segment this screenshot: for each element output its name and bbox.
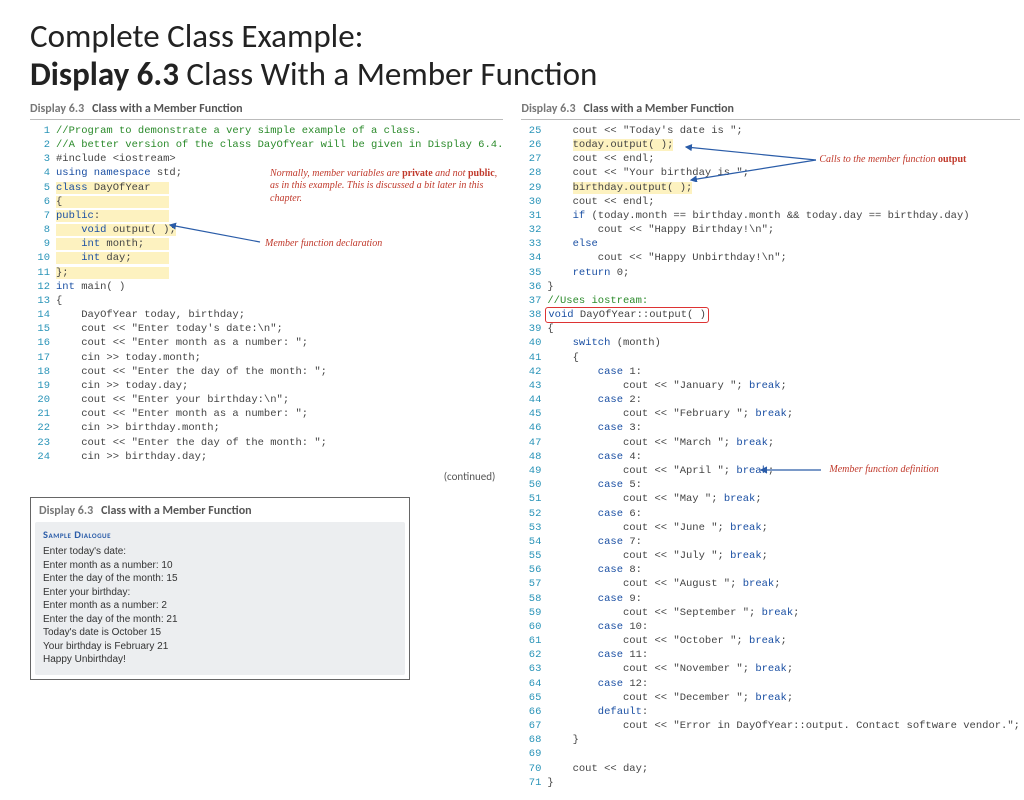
caption-text: Class with a Member Function (92, 102, 242, 116)
caption-disp: Display 6.3 (30, 102, 84, 116)
columns: Display 6.3Class with a Member Function … (30, 102, 994, 790)
sample-box: Display 6.3Class with a Member Function … (30, 497, 410, 680)
annot-decl: Member function declaration (265, 238, 382, 251)
slide: Complete Class Example: Display 6.3 Clas… (0, 0, 1024, 800)
sample-inner: Sample Dialogue Enter today's date: Ente… (35, 522, 405, 675)
annot-defn: Member function definition (829, 464, 938, 477)
right-column: Display 6.3Class with a Member Function … (521, 102, 1020, 790)
annot-private: Normally, member variables are private a… (270, 168, 500, 206)
sample-caption: Display 6.3Class with a Member Function (31, 498, 409, 522)
title-bold: Display 6.3 (30, 54, 179, 94)
title-line1: Complete Class Example: (30, 16, 363, 56)
code-right: 25 cout << "Today's date is ";26 today.o… (521, 124, 1020, 790)
title-line2: Class With a Member Function (179, 54, 597, 94)
continued-label: (continued) (30, 470, 503, 483)
caption-right: Display 6.3Class with a Member Function (521, 102, 1020, 120)
left-column: Display 6.3Class with a Member Function … (30, 102, 503, 790)
caption-left: Display 6.3 Class with a Member Function (30, 102, 503, 120)
annot-calls: Calls to the member function output (819, 154, 966, 167)
sample-body: Enter today's date: Enter month as a num… (43, 545, 397, 667)
sample-title: Sample Dialogue (43, 528, 397, 541)
slide-title: Complete Class Example: Display 6.3 Clas… (30, 18, 994, 94)
